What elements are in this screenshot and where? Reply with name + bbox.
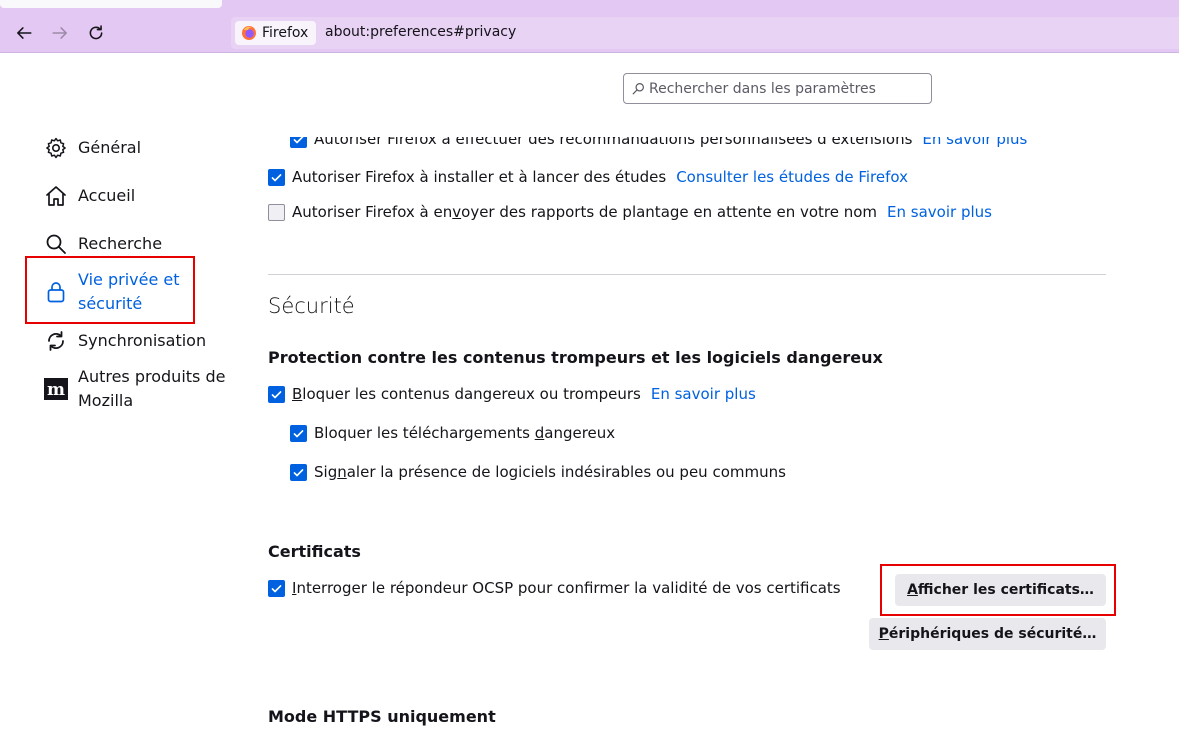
svg-text:m: m (47, 380, 65, 400)
crash-reports-learn-more-link[interactable]: En savoir plus (887, 203, 992, 221)
settings-search[interactable] (623, 73, 932, 104)
identity-label: Firefox (262, 25, 309, 41)
block-downloads-checkbox[interactable] (290, 424, 307, 442)
studies-row: Autoriser Firefox à installer et à lance… (268, 168, 908, 186)
crash-reports-label-post: oyer des rapports de plantage en attente… (461, 203, 878, 221)
warn-unwanted-label-post: aler la présence de logiciels indésirabl… (346, 463, 786, 481)
section-separator (268, 274, 1106, 275)
mozilla-icon: m (44, 377, 68, 401)
block-downloads-accesskey: d (534, 424, 545, 442)
warn-unwanted-label-pre: Sig (314, 463, 338, 481)
ocsp-label: Interroger le répondeur OCSP pour confir… (292, 579, 841, 597)
protection-heading: Protection contre les contenus trompeurs… (268, 348, 883, 367)
tab-strip (0, 0, 1179, 12)
sidebar-item-label: Autres produits de Mozilla (78, 365, 225, 413)
checkmark-icon (293, 137, 304, 143)
sidebar-item-mozilla[interactable]: m Autres produits de Mozilla (44, 365, 225, 413)
crash-reports-label: Autoriser Firefox à envoyer des rapports… (292, 203, 877, 221)
search-input[interactable] (649, 80, 919, 97)
security-devices-accesskey: P (878, 626, 889, 642)
crash-reports-label-accesskey: v (452, 203, 462, 221)
active-tab[interactable] (0, 0, 222, 8)
https-only-heading: Mode HTTPS uniquement (268, 707, 496, 726)
back-button[interactable] (9, 18, 39, 48)
sidebar-item-label-line1: Autres produits de (78, 367, 226, 386)
sidebar-item-home[interactable]: Accueil (44, 184, 135, 208)
ocsp-row: Interroger le répondeur OCSP pour confir… (268, 579, 841, 597)
studies-link[interactable]: Consulter les études de Firefox (676, 168, 908, 186)
gear-icon (44, 136, 68, 160)
recommendations-label: Autoriser Firefox à effectuer des recomm… (314, 130, 913, 148)
sidebar-item-general[interactable]: Général (44, 136, 141, 160)
checkmark-icon (293, 429, 304, 437)
sidebar-item-label: Recherche (78, 234, 163, 253)
firefox-logo-icon (242, 26, 256, 40)
ocsp-checkbox[interactable] (268, 579, 285, 597)
sync-icon (44, 329, 68, 353)
checkmark-icon (271, 173, 282, 181)
sidebar-item-label: Synchronisation (78, 331, 207, 350)
warn-unwanted-row: Signaler la présence de logiciels indési… (290, 463, 786, 481)
home-icon (44, 184, 68, 208)
block-downloads-label: Bloquer les téléchargements dangereux (314, 424, 615, 442)
warn-unwanted-checkbox[interactable] (290, 463, 307, 481)
search-icon (44, 232, 68, 256)
security-devices-label: ériphériques de sécurité… (888, 626, 1097, 642)
sidebar-item-label: Accueil (78, 186, 136, 205)
block-dangerous-accesskey: B (292, 385, 303, 403)
identity-box[interactable]: Firefox (235, 21, 317, 45)
block-dangerous-label-rest: loquer les contenus dangereux ou trompeu… (302, 385, 641, 403)
crash-reports-row: Autoriser Firefox à envoyer des rapports… (268, 203, 992, 221)
arrow-right-icon (52, 27, 67, 39)
sidebar-item-sync[interactable]: Synchronisation (44, 329, 206, 353)
reload-icon (89, 25, 103, 40)
block-dangerous-checkbox[interactable] (268, 385, 285, 403)
crash-reports-label-pre: Autoriser Firefox à en (292, 203, 453, 221)
block-dangerous-row: Bloquer les contenus dangereux ou trompe… (268, 385, 756, 403)
security-devices-button[interactable]: Périphériques de sécurité… (869, 618, 1106, 650)
checkmark-icon (271, 390, 282, 398)
recommendations-row: Autoriser Firefox à effectuer des recomm… (290, 130, 1027, 148)
highlight-box-certificates (880, 564, 1116, 616)
checkmark-icon (293, 468, 304, 476)
block-dangerous-learn-more-link[interactable]: En savoir plus (651, 385, 756, 403)
studies-label: Autoriser Firefox à installer et à lance… (292, 168, 667, 186)
search-icon (632, 83, 644, 95)
section-title-security: Sécurité (268, 294, 355, 318)
highlight-box-sidebar (25, 256, 195, 324)
navigation-toolbar: Firefox about:preferences#privacy (0, 12, 1179, 53)
ocsp-label-rest: nterroger le répondeur OCSP pour confirm… (296, 579, 841, 597)
warn-unwanted-label: Signaler la présence de logiciels indési… (314, 463, 786, 481)
warn-unwanted-accesskey: n (337, 463, 347, 481)
block-downloads-row: Bloquer les téléchargements dangereux (290, 424, 615, 442)
sidebar-item-label-line2: Mozilla (78, 391, 134, 410)
recommendations-checkbox[interactable] (290, 137, 307, 148)
arrow-left-icon (17, 27, 32, 39)
block-downloads-label-pre: Bloquer les téléchargements (314, 424, 535, 442)
certificates-heading: Certificats (268, 542, 361, 561)
studies-checkbox[interactable] (268, 168, 285, 186)
sidebar-item-label: Général (78, 138, 142, 157)
checkmark-icon (271, 584, 282, 592)
recommendations-learn-more-link[interactable]: En savoir plus (922, 137, 1027, 148)
url-bar[interactable]: Firefox about:preferences#privacy (231, 17, 1179, 49)
sidebar-item-search[interactable]: Recherche (44, 232, 162, 256)
block-downloads-label-post: angereux (544, 424, 616, 442)
block-dangerous-label: Bloquer les contenus dangereux ou trompe… (292, 385, 641, 403)
reload-button[interactable] (81, 18, 111, 48)
crash-reports-checkbox[interactable] (268, 203, 285, 221)
forward-button[interactable] (45, 18, 75, 48)
url-text[interactable]: about:preferences#privacy (325, 24, 516, 40)
